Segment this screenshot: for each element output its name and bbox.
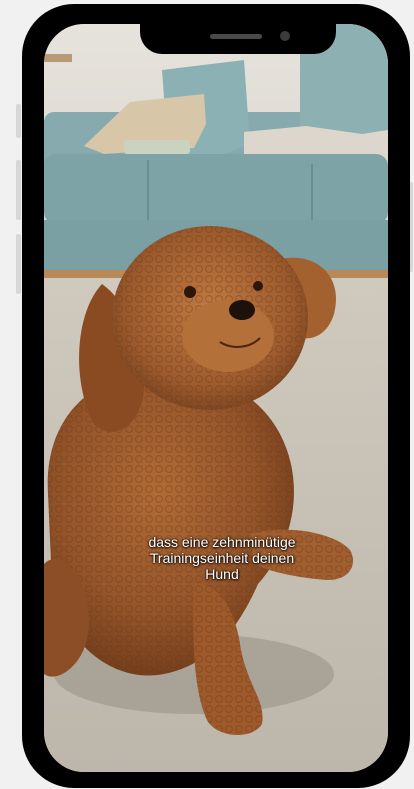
phone-mockup: dass eine zehnminütige Trainingseinheit … [0,0,414,789]
shelf [44,54,72,62]
speaker-grille [210,34,262,39]
volume-up-button [16,160,21,220]
caption-line-1: dass eine zehnminütige [148,534,296,550]
front-camera [280,31,290,41]
notch [140,24,336,54]
silent-switch [16,104,21,138]
caption-line-3: Hund [205,566,239,582]
book [124,140,190,154]
video-scene [44,24,388,772]
video-caption: dass eine zehnminütige Trainingseinheit … [110,534,334,582]
video-frame[interactable] [44,24,388,772]
sofa-seat [44,154,388,224]
caption-line-2: Trainingseinheit deinen [149,550,295,566]
phone-frame: dass eine zehnminütige Trainingseinheit … [22,4,410,788]
volume-down-button [16,234,21,294]
phone-screen[interactable]: dass eine zehnminütige Trainingseinheit … [44,24,388,772]
